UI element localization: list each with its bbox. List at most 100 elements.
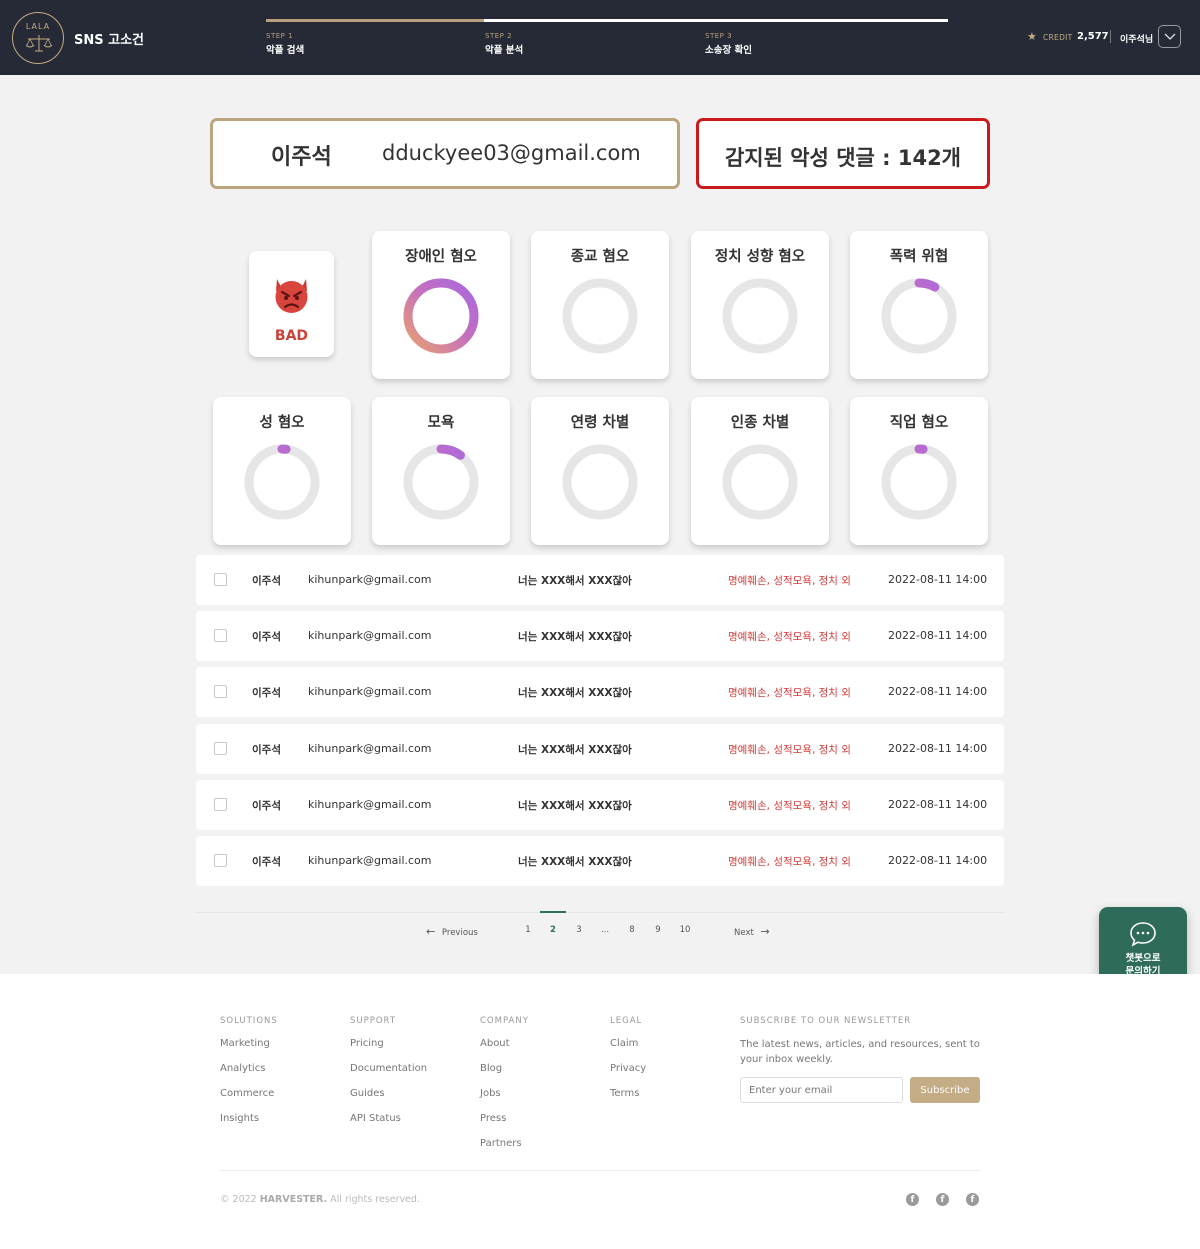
footer-column: LEGAL Claim Privacy Terms (610, 1016, 646, 1113)
row-email: kihunpark@gmail.com (308, 629, 432, 643)
footer-link[interactable]: Terms (610, 1088, 646, 1102)
footer-link[interactable]: Insights (220, 1113, 278, 1127)
table-row[interactable]: 이주석 kihunpark@gmail.com 너는 XXX해서 XXX잖아 명예훼손… (196, 555, 1004, 605)
step-label: 악플 분석 (485, 45, 524, 56)
facebook-icon[interactable]: f (936, 1193, 949, 1206)
footer-link[interactable]: API Status (350, 1113, 427, 1127)
row-categories: 명예훼손, 성적모욕, 정치 외 (728, 631, 851, 644)
footer-column: SOLUTIONS Marketing Analytics Commerce Insig… (220, 1016, 278, 1138)
step-3[interactable]: STEP 3 소송장 확인 (705, 32, 752, 56)
row-categories: 명예훼손, 성적모욕, 정치 외 (728, 687, 851, 700)
row-checkbox[interactable] (214, 741, 227, 755)
footer-link[interactable]: Privacy (610, 1063, 646, 1077)
footer-link[interactable]: Documentation (350, 1063, 427, 1077)
footer-link[interactable]: About (480, 1038, 529, 1052)
page-number[interactable]: 10 (678, 925, 692, 935)
row-checkbox[interactable] (214, 797, 227, 811)
row-date: 2022-08-11 14:00 (888, 854, 988, 867)
step-1[interactable]: STEP 1 악플 검색 (266, 32, 304, 56)
footer-link[interactable]: Marketing (220, 1038, 278, 1052)
footer-link[interactable]: Press (480, 1113, 529, 1127)
table-row[interactable]: 이주석 kihunpark@gmail.com 너는 XXX해서 XXX잖아 명예훼손… (196, 836, 1004, 886)
previous-page-button[interactable]: ← Previous (426, 925, 478, 938)
page-number[interactable]: 2 (546, 925, 560, 935)
next-page-button[interactable]: Next → (734, 925, 770, 938)
donut-track (722, 278, 798, 354)
footer: SOLUTIONS Marketing Analytics Commerce Insig… (0, 974, 1200, 1249)
logo[interactable]: LALA (12, 12, 64, 64)
table-row[interactable]: 이주석 kihunpark@gmail.com 너는 XXX해서 XXX잖아 명예훼손… (196, 611, 1004, 662)
target-user-box: 이주석 dduckyee03@gmail.com (210, 118, 680, 189)
facebook-icon[interactable]: f (966, 1193, 979, 1206)
page-number[interactable]: 1 (521, 925, 535, 935)
category-donut (244, 444, 320, 520)
row-name: 이주석 (252, 743, 281, 756)
page-number[interactable]: 8 (625, 925, 639, 935)
copyright-prefix: © 2022 (220, 1194, 257, 1205)
row-name: 이주석 (252, 856, 281, 868)
footer-column: SUPPORT Pricing Documentation Guides API Sta… (350, 1016, 427, 1138)
category-card: 성 혐오 (213, 397, 351, 545)
verdict-card: BAD (249, 251, 334, 357)
page-number[interactable]: 3 (572, 925, 586, 935)
footer-link[interactable]: Claim (610, 1038, 646, 1052)
donut-track (722, 444, 798, 520)
newsletter-description: The latest news, articles, and resources… (740, 1039, 980, 1065)
detected-count-box: 감지된 악성 댓글 : 142개 (696, 118, 990, 189)
table-row[interactable]: 이주석 kihunpark@gmail.com 너는 XXX해서 XXX잖아 명예훼손… (196, 779, 1004, 830)
step-2[interactable]: STEP 2 악플 분석 (485, 32, 523, 56)
category-title: 폭력 위협 (889, 249, 949, 265)
brand-title[interactable]: SNS 고소건 (74, 29, 144, 48)
footer-link[interactable]: Guides (350, 1088, 427, 1102)
step-label: 소송장 확인 (705, 45, 753, 56)
step-number: STEP 1 (266, 32, 294, 40)
row-email: kihunpark@gmail.com (308, 741, 432, 755)
row-categories: 명예훼손, 성적모욕, 정치 외 (728, 743, 851, 756)
category-title: 모욕 (427, 415, 455, 431)
user-menu-button[interactable] (1158, 25, 1181, 48)
footer-column-heading: SOLUTIONS (220, 1016, 278, 1026)
row-name: 이주석 (252, 631, 281, 644)
target-name: 이주석 (271, 145, 332, 170)
newsletter-email-input[interactable] (740, 1077, 903, 1103)
angry-devil-icon (275, 279, 308, 313)
row-comment: 너는 XXX해서 XXX잖아 (518, 687, 632, 700)
category-donut (562, 444, 638, 520)
row-checkbox[interactable] (214, 685, 227, 699)
footer-link[interactable]: Partners (480, 1138, 529, 1152)
row-checkbox[interactable] (214, 854, 227, 867)
row-email: kihunpark@gmail.com (308, 685, 432, 699)
footer-link[interactable]: Jobs (480, 1088, 529, 1102)
active-page-indicator (540, 911, 566, 913)
user-name[interactable]: 이주석님 (1120, 32, 1153, 45)
row-comment: 너는 XXX해서 XXX잖아 (518, 799, 632, 812)
subscribe-button[interactable]: Subscribe (910, 1077, 980, 1103)
facebook-icon[interactable]: f (906, 1193, 919, 1206)
row-categories: 명예훼손, 성적모욕, 정치 외 (728, 575, 851, 587)
copyright-brand: HARVESTER. (259, 1194, 328, 1205)
table-row[interactable]: 이주석 kihunpark@gmail.com 너는 XXX해서 XXX잖아 명예훼손… (196, 723, 1004, 774)
page-number[interactable]: 9 (651, 925, 665, 935)
step-number: STEP 3 (705, 32, 733, 40)
donut-value-arc (403, 278, 479, 354)
arrow-right-icon: → (760, 925, 770, 938)
row-date: 2022-08-11 14:00 (888, 629, 988, 643)
row-comment: 너는 XXX해서 XXX잖아 (518, 631, 632, 644)
footer-divider (220, 1170, 980, 1171)
category-card: 종교 혐오 (531, 231, 669, 379)
footer-link[interactable]: Commerce (220, 1088, 278, 1102)
newsletter-column: SUBSCRIBE TO OUR NEWSLETTER (740, 1016, 911, 1038)
previous-label: Previous (441, 928, 478, 938)
table-row[interactable]: 이주석 kihunpark@gmail.com 너는 XXX해서 XXX잖아 명예훼손… (196, 667, 1004, 718)
footer-link[interactable]: Analytics (220, 1063, 278, 1077)
step-progress-bar (266, 19, 948, 22)
footer-link[interactable]: Blog (480, 1063, 529, 1077)
category-donut (403, 444, 479, 520)
row-checkbox[interactable] (214, 573, 227, 586)
category-title: 장애인 혐오 (405, 249, 477, 265)
row-checkbox[interactable] (214, 629, 227, 643)
newsletter-heading: SUBSCRIBE TO OUR NEWSLETTER (740, 1016, 912, 1026)
category-title: 종교 혐오 (570, 249, 630, 265)
category-donut (562, 278, 638, 354)
footer-link[interactable]: Pricing (350, 1038, 427, 1052)
